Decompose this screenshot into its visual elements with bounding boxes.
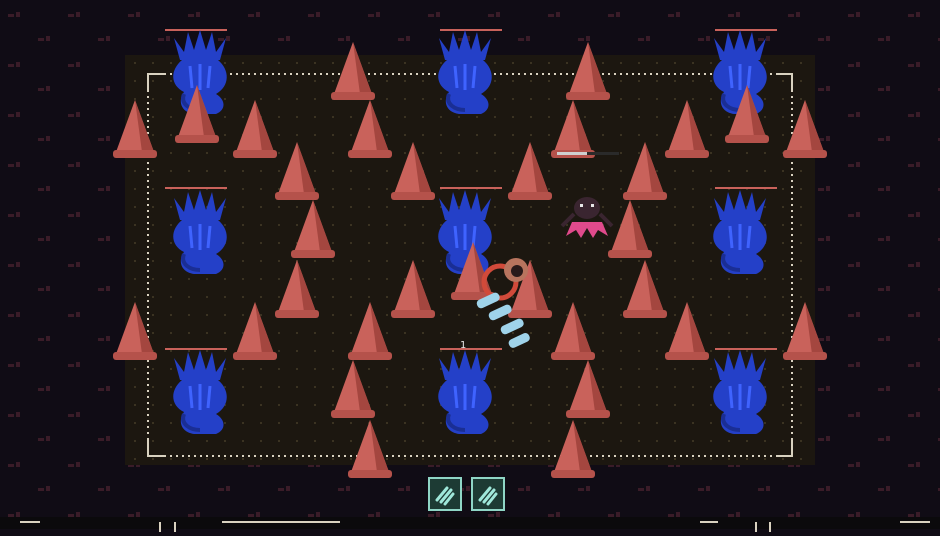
hud-ornament — [20, 521, 930, 532]
dash-ability-icon — [435, 486, 455, 506]
dash-ability-icon — [478, 486, 498, 506]
damage-number: 1 — [460, 340, 466, 351]
ability-slot-1[interactable] — [428, 477, 462, 511]
bottom-hud-bar — [0, 517, 940, 532]
game-scene: 1 — [0, 0, 940, 529]
ability-slot-2[interactable] — [471, 477, 505, 511]
